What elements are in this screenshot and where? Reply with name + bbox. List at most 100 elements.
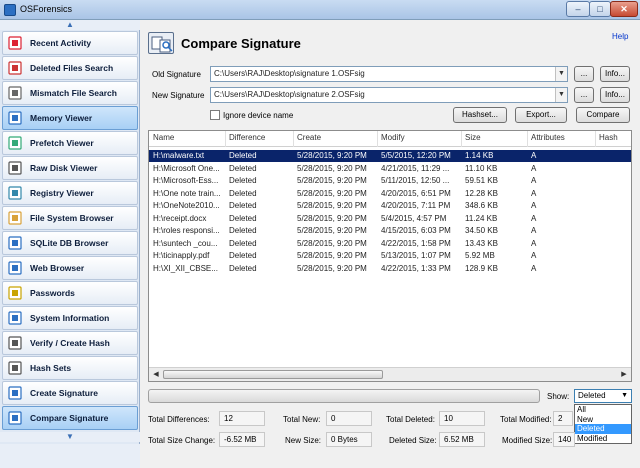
table-row[interactable]: H:\OneNote2010... Deleted 5/28/2015, 9:20 …	[149, 200, 631, 212]
table-cell: H:\XI_XII_CBSE...	[153, 263, 218, 273]
table-cell: 5/28/2015, 9:20 PM	[297, 226, 367, 235]
sidebar-item-verify-create-hash[interactable]: Verify / Create Hash	[2, 331, 138, 355]
table-row[interactable]: H:\malware.txt Deleted 5/28/2015, 9:20 PM 5…	[149, 149, 631, 163]
scroll-left-icon[interactable]: ◀	[149, 368, 163, 381]
sidebar-item-hash-sets[interactable]: Hash Sets	[2, 356, 138, 380]
horizontal-scrollbar[interactable]: ◀ ▶	[149, 367, 631, 381]
memory-icon	[7, 110, 25, 126]
deleted-size-label: Deleted Size:	[389, 436, 437, 445]
recent-activity-icon	[7, 35, 25, 51]
column-header-size[interactable]: Size	[465, 133, 481, 142]
sidebar-item-label: File System Browser	[30, 213, 114, 223]
show-option-deleted[interactable]: Deleted	[575, 424, 631, 434]
table-cell: 5/28/2015, 9:20 PM	[297, 163, 367, 173]
progress-bar	[148, 389, 540, 403]
minimize-button[interactable]: –	[566, 1, 590, 17]
old-signature-field[interactable]: C:\Users\RAJ\Desktop\signature 1.OSFsig	[210, 66, 568, 82]
table-cell: H:\suntech _cou...	[153, 238, 218, 248]
column-separator[interactable]	[225, 131, 226, 147]
column-header-attributes[interactable]: Attributes	[531, 133, 565, 142]
table-cell: 5/28/2015, 9:20 PM	[297, 213, 367, 223]
export-button[interactable]: Export...	[515, 107, 567, 123]
ignore-device-name-checkbox[interactable]	[210, 110, 220, 120]
table-row[interactable]: H:\suntech _cou... Deleted 5/28/2015, 9:20…	[149, 238, 631, 250]
table-row[interactable]: H:\roles responsi... Deleted 5/28/2015, 9:…	[149, 225, 631, 237]
registry-icon	[7, 185, 25, 201]
old-signature-browse-button[interactable]: ...	[574, 66, 594, 82]
sidebar-item-compare-signature[interactable]: Compare Signature	[2, 406, 138, 430]
system-info-icon	[7, 310, 25, 326]
table-cell: Deleted	[229, 188, 257, 198]
table-cell: 5/28/2015, 9:20 PM	[297, 151, 367, 160]
column-header-name[interactable]: Name	[153, 133, 174, 142]
total-differences-label: Total Differences:	[148, 415, 210, 424]
compare-button[interactable]: Compare	[576, 107, 630, 123]
sidebar-item-web-browser[interactable]: Web Browser	[2, 256, 138, 280]
show-option-all[interactable]: All	[575, 405, 631, 415]
column-header-create[interactable]: Create	[297, 133, 321, 142]
table-row[interactable]: H:\ticinapply.pdf Deleted 5/28/2015, 9:20 …	[149, 250, 631, 262]
help-link[interactable]: Help	[612, 32, 628, 41]
sidebar-item-label: Passwords	[30, 288, 75, 298]
show-option-new[interactable]: New	[575, 415, 631, 425]
column-separator[interactable]	[377, 131, 378, 147]
maximize-button[interactable]: □	[589, 1, 611, 17]
sidebar-item-deleted-files-search[interactable]: Deleted Files Search	[2, 56, 138, 80]
column-header-modify[interactable]: Modify	[381, 133, 405, 142]
column-header-hash[interactable]: Hash	[599, 133, 618, 142]
hashset-button[interactable]: Hashset...	[453, 107, 507, 123]
show-dropdown-arrow-icon[interactable]: ▼	[621, 390, 628, 402]
table-row[interactable]: H:\receipt.docx Deleted 5/28/2015, 9:20 PM…	[149, 213, 631, 225]
sidebar-item-create-signature[interactable]: Create Signature	[2, 381, 138, 405]
table-cell: A	[531, 176, 537, 185]
sidebar-item-label: Registry Viewer	[30, 188, 94, 198]
table-cell: Deleted	[229, 263, 257, 273]
scroll-right-icon[interactable]: ▶	[617, 368, 631, 381]
column-separator[interactable]	[293, 131, 294, 147]
table-cell: 4/15/2015, 6:03 PM	[381, 226, 451, 235]
column-separator[interactable]	[527, 131, 528, 147]
sidebar-scroll-down-button[interactable]: ▼	[0, 432, 140, 442]
sidebar-item-system-information[interactable]: System Information	[2, 306, 138, 330]
show-option-modified[interactable]: Modified	[575, 434, 631, 444]
sidebar-item-registry-viewer[interactable]: Registry Viewer	[2, 181, 138, 205]
new-signature-field[interactable]: C:\Users\RAJ\Desktop\signature 2.OSFsig	[210, 87, 568, 103]
table-cell: 5/28/2015, 9:20 PM	[297, 263, 367, 273]
sidebar-item-label: Verify / Create Hash	[30, 338, 110, 348]
sidebar-scroll-up-button[interactable]: ▲	[0, 20, 140, 30]
table-cell: Deleted	[229, 226, 257, 235]
new-signature-info-button[interactable]: Info...	[600, 87, 630, 103]
new-signature-browse-button[interactable]: ...	[574, 87, 594, 103]
sidebar-item-label: Web Browser	[30, 263, 85, 273]
table-cell: A	[531, 201, 537, 210]
column-header-difference[interactable]: Difference	[229, 133, 265, 142]
column-separator[interactable]	[595, 131, 596, 147]
table-cell: 5/4/2015, 4:57 PM	[381, 213, 447, 223]
scrollbar-thumb[interactable]	[163, 370, 383, 379]
sidebar-item-label: Raw Disk Viewer	[30, 163, 98, 173]
sidebar-item-memory-viewer[interactable]: Memory Viewer	[2, 106, 138, 130]
hash-sets-icon	[7, 360, 25, 376]
window-title: OSForensics	[20, 4, 73, 14]
table-cell: 4/21/2015, 11:29 ...	[381, 163, 450, 173]
old-signature-info-button[interactable]: Info...	[600, 66, 630, 82]
close-button[interactable]: ✕	[610, 1, 638, 17]
table-row[interactable]: H:\Microsoft-Ess... Deleted 5/28/2015, 9:2…	[149, 175, 631, 187]
old-signature-dropdown-arrow-icon[interactable]: ▼	[555, 67, 567, 81]
sidebar-item-prefetch-viewer[interactable]: Prefetch Viewer	[2, 131, 138, 155]
sidebar-item-file-system-browser[interactable]: File System Browser	[2, 206, 138, 230]
table-cell: Deleted	[229, 151, 257, 160]
table-row[interactable]: H:\XI_XII_CBSE... Deleted 5/28/2015, 9:20 …	[149, 263, 631, 275]
show-filter-select[interactable]: Deleted ▼	[574, 389, 632, 403]
sidebar-item-mismatch-file-search[interactable]: Mismatch File Search	[2, 81, 138, 105]
sidebar-item-passwords[interactable]: Passwords	[2, 281, 138, 305]
sidebar-item-label: Hash Sets	[30, 363, 72, 373]
sidebar-item-recent-activity[interactable]: Recent Activity	[2, 31, 138, 55]
table-row[interactable]: H:\One note train... Deleted 5/28/2015, 9:…	[149, 188, 631, 200]
column-separator[interactable]	[461, 131, 462, 147]
table-row[interactable]: H:\Microsoft One... Deleted 5/28/2015, 9:2…	[149, 163, 631, 175]
sidebar-item-sqlite-db-browser[interactable]: SQLite DB Browser	[2, 231, 138, 255]
prefetch-icon	[7, 135, 25, 151]
new-signature-dropdown-arrow-icon[interactable]: ▼	[555, 88, 567, 102]
sidebar-item-raw-disk-viewer[interactable]: Raw Disk Viewer	[2, 156, 138, 180]
